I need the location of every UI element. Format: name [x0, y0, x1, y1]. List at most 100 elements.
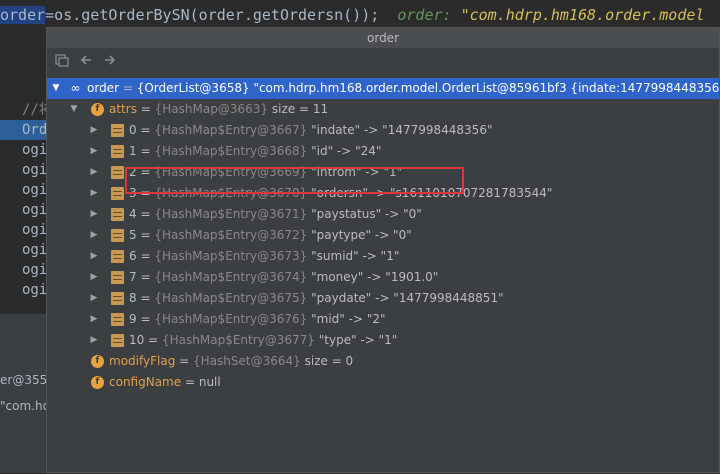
tree-row-text: 3 = {HashMap$Entry@3670} "ordersn" -> "s…: [129, 183, 552, 204]
editor-left-column: //将 Ord ogi ogi ogi ogi ogi ogi ogi ogi er@355 "com…: [0, 30, 46, 473]
arrow-left-icon[interactable]: [77, 53, 95, 71]
map-entry-icon: [111, 292, 124, 305]
entry-key-value: "introm" -> "1": [311, 165, 403, 179]
map-entry-icon: [111, 208, 124, 221]
tree-row-text: 8 = {HashMap$Entry@3675} "paydate" -> "1…: [129, 288, 504, 309]
equals-sign: =: [179, 354, 190, 368]
field-type: {HashMap@3663}: [154, 102, 269, 116]
expand-toggle-icon[interactable]: ▶: [89, 183, 99, 204]
entry-index: 3: [129, 186, 137, 200]
map-entry-row[interactable]: ▶ 4 = {HashMap$Entry@3671} "paystatus" ->…: [47, 204, 719, 225]
tree-row-text: 10 = {HashMap$Entry@3677} "type" -> "1": [129, 330, 397, 351]
field-name: configName: [109, 375, 182, 389]
tree-row-text: modifyFlag = {HashSet@3664} size = 0: [109, 351, 353, 372]
entry-key-value: "ordersn" -> "s1611010707281783544": [311, 186, 553, 200]
tree-row[interactable]: ▼ f attrs = {HashMap@3663} size = 11: [47, 99, 719, 120]
code-line[interactable]: order=os.getOrderBySN(order.getOrdersn()…: [0, 0, 720, 30]
tree-row[interactable]: f configName = null: [47, 372, 719, 393]
tree-row[interactable]: f modifyFlag = {HashSet@3664} size = 0: [47, 351, 719, 372]
editor-code-line: ogi: [22, 202, 46, 218]
entry-ref: {HashMap$Entry@3668}: [154, 144, 308, 158]
editor-code-line: ogi: [22, 282, 46, 298]
entry-key-value: "mid" -> "2": [311, 312, 386, 326]
entry-key-value: "paystatus" -> "0": [311, 207, 422, 221]
field-name: modifyFlag: [109, 354, 176, 368]
expand-toggle-icon[interactable]: ▼: [51, 78, 61, 99]
map-entry-icon: [111, 229, 124, 242]
tree-row-text: 5 = {HashMap$Entry@3672} "paytype" -> "0…: [129, 225, 412, 246]
map-entry-row[interactable]: ▶ 2 = {HashMap$Entry@3669} "introm" -> "1…: [47, 162, 719, 183]
entry-index: 1: [129, 144, 137, 158]
map-entry-row[interactable]: ▶ 9 = {HashMap$Entry@3676} "mid" -> "2": [47, 309, 719, 330]
tree-row-text: 7 = {HashMap$Entry@3674} "money" -> "190…: [129, 267, 438, 288]
expand-toggle-icon[interactable]: ▶: [89, 204, 99, 225]
equals-sign: =: [122, 81, 133, 95]
tree-row[interactable]: ▼ ∞ order = {OrderList@3658} "com.hdrp.hm1…: [47, 78, 719, 99]
entry-ref: {HashMap$Entry@3677}: [162, 333, 315, 347]
tree-row-text: 2 = {HashMap$Entry@3669} "introm" -> "1": [129, 162, 402, 183]
equals-sign: =: [140, 186, 151, 200]
expand-toggle-icon[interactable]: ▶: [89, 267, 99, 288]
expand-toggle-icon[interactable]: ▶: [89, 162, 99, 183]
tree-row-text: configName = null: [109, 372, 221, 393]
inline-hint-label: order:: [397, 6, 452, 24]
expand-toggle-icon[interactable]: ▶: [89, 309, 99, 330]
entry-index: 4: [129, 207, 137, 221]
map-entry-icon: [111, 313, 124, 326]
map-entry-row[interactable]: ▶ 0 = {HashMap$Entry@3667} "indate" -> "1…: [47, 120, 719, 141]
equals-sign: =: [140, 291, 151, 305]
watch-icon: ∞: [70, 81, 81, 95]
equals-sign: =: [140, 123, 151, 137]
map-entry-row[interactable]: ▶ 10 = {HashMap$Entry@3677} "type" -> "1": [47, 330, 719, 351]
map-entry-row[interactable]: ▶ 8 = {HashMap$Entry@3675} "paydate" -> "…: [47, 288, 719, 309]
entry-ref: {HashMap$Entry@3671}: [154, 207, 308, 221]
field-type: {HashSet@3664}: [193, 354, 301, 368]
entry-index: 2: [129, 165, 137, 179]
equals-sign: =: [140, 144, 151, 158]
variables-pane-line: er@355: [0, 373, 46, 387]
entry-key-value: "paydate" -> "1477998448851": [311, 291, 504, 305]
expand-toggle-icon[interactable]: ▶: [89, 141, 99, 162]
equals-sign: =: [140, 102, 151, 116]
pin-to-top-icon[interactable]: [53, 53, 71, 71]
expand-toggle-icon[interactable]: ▶: [89, 288, 99, 309]
selected-variable[interactable]: order: [0, 6, 46, 24]
variables-pane: [0, 314, 46, 473]
expand-toggle-icon[interactable]: ▶: [89, 246, 99, 267]
arrow-right-icon[interactable]: [101, 53, 119, 71]
map-entry-row[interactable]: ▶ 3 = {HashMap$Entry@3670} "ordersn" -> "…: [47, 183, 719, 204]
expand-toggle-icon[interactable]: ▶: [89, 330, 99, 351]
equals-sign: =: [140, 165, 151, 179]
equals-sign: =: [140, 228, 151, 242]
map-entry-row[interactable]: ▶ 7 = {HashMap$Entry@3674} "money" -> "19…: [47, 267, 719, 288]
tree-row-text: attrs = {HashMap@3663} size = 11: [109, 99, 328, 120]
equals-sign: =: [140, 312, 151, 326]
entry-ref: {HashMap$Entry@3670}: [154, 186, 308, 200]
editor-code-line: ogi: [22, 142, 46, 158]
popup-title: order: [47, 28, 719, 48]
variable-type: {OrderList@3658}: [136, 81, 250, 95]
map-entry-row[interactable]: ▶ 6 = {HashMap$Entry@3673} "sumid" -> "1": [47, 246, 719, 267]
editor-code-line: ogi: [22, 242, 46, 258]
expand-toggle-icon[interactable]: ▼: [69, 99, 79, 120]
editor-code-line: ogi: [22, 262, 46, 278]
editor-code-line: //将: [22, 102, 46, 118]
entry-index: 5: [129, 228, 137, 242]
variable-name: order: [87, 81, 119, 95]
map-entry-row[interactable]: ▶ 5 = {HashMap$Entry@3672} "paytype" -> "…: [47, 225, 719, 246]
expand-toggle-icon[interactable]: ▶: [89, 225, 99, 246]
expand-toggle-icon[interactable]: ▶: [89, 120, 99, 141]
entry-index: 0: [129, 123, 137, 137]
map-entry-row[interactable]: ▶ 1 = {HashMap$Entry@3668} "id" -> "24": [47, 141, 719, 162]
map-entry-icon: [111, 124, 124, 137]
variables-tree[interactable]: ▼ ∞ order = {OrderList@3658} "com.hdrp.hm1…: [47, 78, 719, 474]
entry-ref: {HashMap$Entry@3674}: [154, 270, 308, 284]
map-entry-icon: [111, 187, 124, 200]
map-entry-icon: [111, 166, 124, 179]
entry-index: 7: [129, 270, 137, 284]
field-value: null: [198, 375, 221, 389]
entry-ref: {HashMap$Entry@3673}: [154, 249, 308, 263]
inline-hint-value: "com.hdrp.hm168.order.model: [460, 6, 705, 24]
evaluate-popup[interactable]: order ▼ ∞ order = {OrderList@3658} "com.hd…: [46, 27, 720, 473]
tree-row-text: order = {OrderList@3658} "com.hdrp.hm168…: [87, 78, 719, 99]
